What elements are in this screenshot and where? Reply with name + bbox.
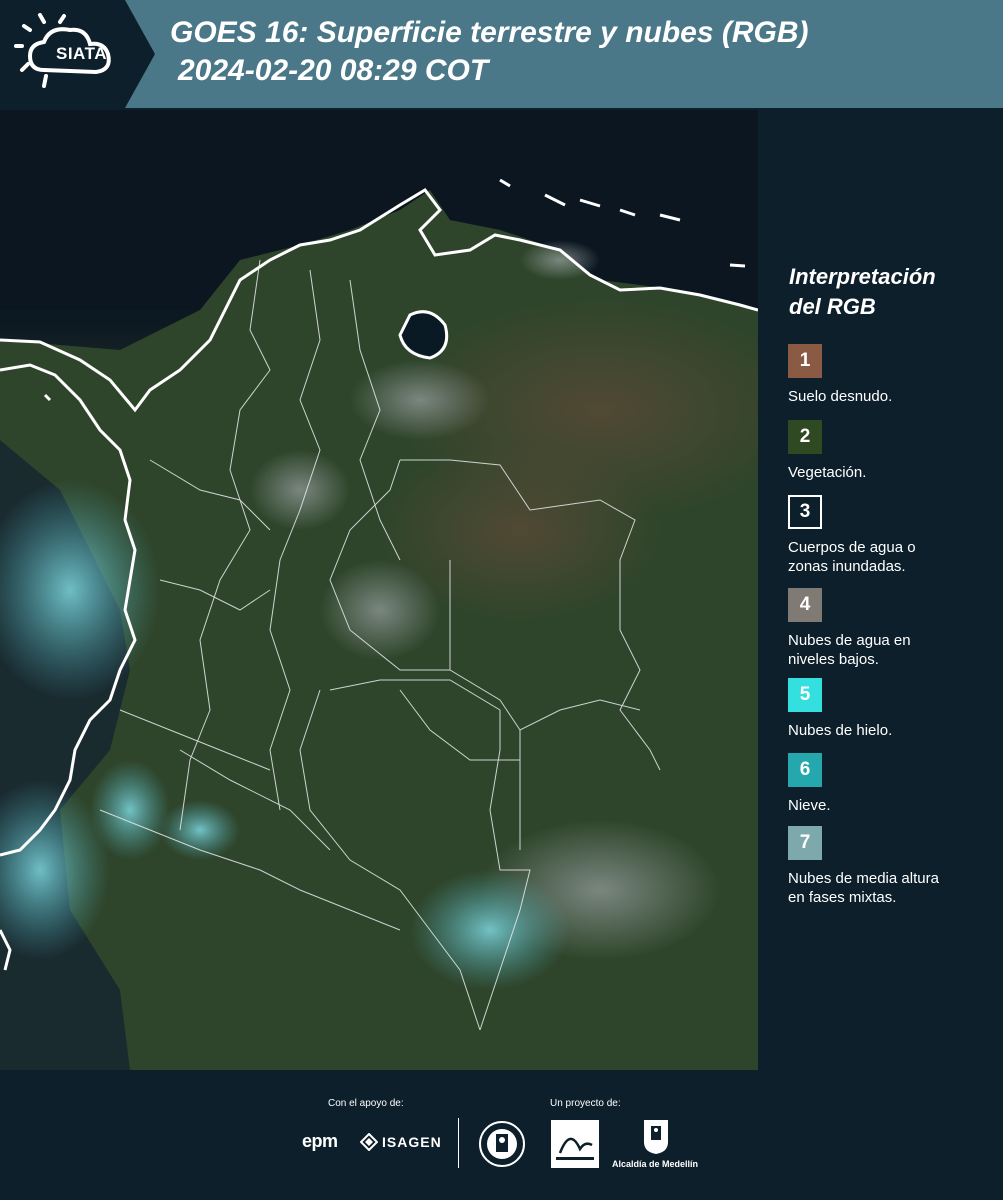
legend-label-1-line1: Suelo desnudo. — [788, 388, 893, 405]
legend-label-3-line1: Cuerpos de agua o — [788, 539, 916, 556]
satellite-map[interactable] — [0, 110, 758, 1070]
alcaldia-shield-icon[interactable] — [642, 1118, 670, 1156]
map-image — [0, 110, 758, 1070]
legend-label-3: Cuerpos de agua o zonas inundadas. — [788, 538, 993, 576]
legend-item-2: 2 Vegetación. — [788, 420, 993, 482]
legend-label-6-line1: Nieve. — [788, 797, 831, 814]
legend-item-7: 7 Nubes de media altura en fases mixtas. — [788, 826, 993, 907]
legend-label-6: Nieve. — [788, 796, 993, 815]
legend-label-3-line2: zonas inundadas. — [788, 558, 906, 575]
legend-label-7-line2: en fases mixtas. — [788, 889, 897, 906]
area-metropolitana-logo-icon[interactable] — [550, 1119, 600, 1169]
legend-label-2-line1: Vegetación. — [788, 464, 867, 481]
legend-label-2: Vegetación. — [788, 463, 993, 482]
legend-item-3: 3 Cuerpos de agua o zonas inundadas. — [788, 495, 993, 576]
siata-logo[interactable]: SIATA — [0, 0, 155, 108]
footer-divider — [458, 1118, 459, 1168]
legend-swatch-1: 1 — [788, 344, 822, 378]
legend-item-4: 4 Nubes de agua en niveles bajos. — [788, 588, 993, 669]
legend-swatch-4: 4 — [788, 588, 822, 622]
legend-label-4-line2: niveles bajos. — [788, 651, 879, 668]
legend-title-line2: del RGB — [789, 294, 876, 319]
legend-panel: Interpretación del RGB 1 Suelo desnudo. … — [758, 110, 1003, 1070]
legend-item-6: 6 Nieve. — [788, 753, 993, 815]
support-label: Con el apoyo de: — [328, 1098, 404, 1109]
logo-text: SIATA — [56, 44, 107, 63]
legend-label-1: Suelo desnudo. — [788, 387, 993, 406]
legend-label-4-line1: Nubes de agua en — [788, 632, 911, 649]
medellin-seal-icon[interactable] — [478, 1120, 526, 1168]
legend-item-5: 5 Nubes de hielo. — [788, 678, 993, 740]
legend-swatch-2: 2 — [788, 420, 822, 454]
legend-label-7-line1: Nubes de media altura — [788, 870, 939, 887]
isagen-logo[interactable]: ISAGEN — [382, 1134, 442, 1150]
legend-swatch-5: 5 — [788, 678, 822, 712]
legend-swatch-3: 3 — [788, 495, 822, 529]
header-bar: SIATA GOES 16: Superficie terrestre y nu… — [0, 0, 1003, 108]
legend-label-5: Nubes de hielo. — [788, 721, 993, 740]
legend-label-4: Nubes de agua en niveles bajos. — [788, 631, 993, 669]
legend-swatch-6: 6 — [788, 753, 822, 787]
project-label: Un proyecto de: — [550, 1098, 621, 1109]
legend-title-line1: Interpretación — [789, 264, 936, 289]
legend-label-7: Nubes de media altura en fases mixtas. — [788, 869, 993, 907]
timestamp: 2024-02-20 08:29 COT — [178, 54, 489, 87]
legend-swatch-7: 7 — [788, 826, 822, 860]
isagen-icon — [360, 1133, 378, 1151]
legend-title: Interpretación del RGB — [789, 262, 989, 322]
epm-logo[interactable]: epm — [302, 1131, 338, 1152]
legend-item-1: 1 Suelo desnudo. — [788, 344, 993, 406]
alcaldia-label[interactable]: Alcaldía de Medellín — [612, 1159, 698, 1169]
page-title: GOES 16: Superficie terrestre y nubes (R… — [170, 16, 809, 49]
footer: Con el apoyo de: Un proyecto de: epm ISA… — [0, 1070, 1003, 1200]
legend-label-5-line1: Nubes de hielo. — [788, 722, 893, 739]
